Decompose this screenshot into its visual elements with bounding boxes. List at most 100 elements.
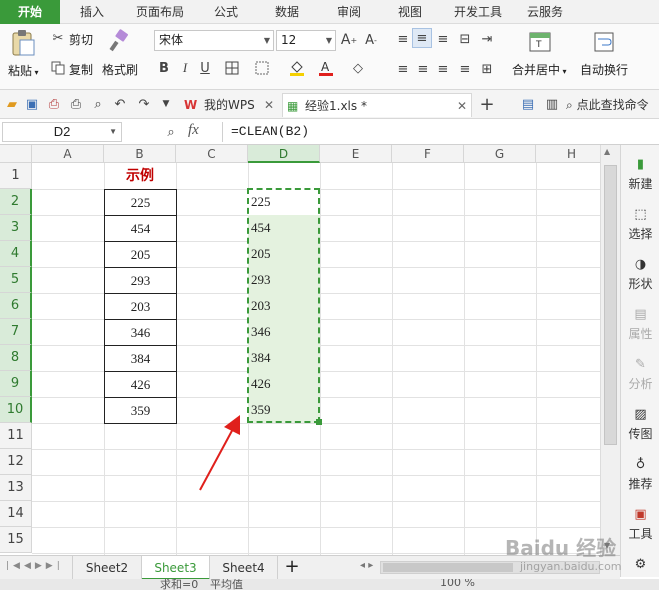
chevron-down-icon[interactable]: ▼ — [160, 96, 172, 112]
column-header-a[interactable]: A — [32, 145, 104, 163]
horizontal-scroll-thumb[interactable] — [383, 563, 513, 572]
doc-tab-workbook[interactable]: ▦ 经验1.xls * ✕ — [282, 93, 472, 117]
justify-icon[interactable]: ≡ — [456, 60, 474, 78]
row-header-11[interactable]: 11 — [0, 423, 32, 449]
merge-center-button[interactable]: 合并居中 ▾ — [512, 61, 567, 78]
cell-b9[interactable]: 426 — [104, 371, 177, 398]
cell-b2[interactable]: 225 — [104, 189, 177, 216]
tab-review[interactable]: 审阅 — [320, 0, 378, 24]
panel-item-more[interactable]: ⚙ — [621, 557, 659, 575]
print-preview-icon[interactable]: ⌕ — [90, 96, 106, 112]
border-icon[interactable] — [222, 58, 242, 78]
name-box[interactable]: D2 ▼ — [2, 122, 122, 142]
column-header-g[interactable]: G — [464, 145, 536, 163]
distributed-icon[interactable]: ⊞ — [478, 60, 496, 78]
row-header-10[interactable]: 10 — [0, 397, 32, 423]
row-header-5[interactable]: 5 — [0, 267, 32, 293]
cell-b5[interactable]: 293 — [104, 267, 177, 294]
cell-b6[interactable]: 203 — [104, 293, 177, 320]
panel-item-toolbox[interactable]: ▣ 工具 — [621, 507, 659, 542]
column-header-c[interactable]: C — [176, 145, 248, 163]
tab-page-layout[interactable]: 页面布局 — [124, 0, 196, 24]
column-header-b[interactable]: B — [104, 145, 176, 163]
panel-item-new[interactable]: ▮ 新建 — [621, 157, 659, 192]
cell-b4[interactable]: 205 — [104, 241, 177, 268]
row-header-7[interactable]: 7 — [0, 319, 32, 345]
insert-function-button[interactable]: fx — [188, 122, 199, 139]
font-name-select[interactable]: 宋体 ▼ — [154, 30, 274, 51]
scroll-up-icon[interactable]: ▲ — [604, 147, 610, 156]
panel-item-upload-image[interactable]: ▨ 传图 — [621, 407, 659, 442]
font-shrink-icon[interactable]: A- — [362, 30, 380, 50]
row-header-14[interactable]: 14 — [0, 501, 32, 527]
pdf-icon[interactable]: ⎙ — [46, 96, 62, 112]
cell-b3[interactable]: 454 — [104, 215, 177, 242]
copy-icon[interactable] — [50, 60, 66, 76]
row-header-8[interactable]: 8 — [0, 345, 32, 371]
row-header-15[interactable]: 15 — [0, 527, 32, 553]
row-header-1[interactable]: 1 — [0, 163, 32, 189]
open-folder-icon[interactable]: ▰ — [4, 96, 20, 112]
row-header-4[interactable]: 4 — [0, 241, 32, 267]
tab-cloud[interactable]: 云服务 — [516, 0, 574, 24]
tab-formulas[interactable]: 公式 — [198, 0, 254, 24]
wrap-text-icon[interactable] — [592, 30, 616, 54]
sheet-nav-icon[interactable]: |◀◀▶▶| — [6, 561, 64, 571]
align-center-icon[interactable]: ≡ — [414, 60, 432, 78]
zoom-icon[interactable]: ⌕ — [162, 123, 180, 141]
scissors-icon[interactable]: ✂ — [50, 30, 66, 46]
row-header-3[interactable]: 3 — [0, 215, 32, 241]
save-icon[interactable]: ▣ — [24, 96, 40, 112]
zoom-level[interactable]: 100 % — [440, 579, 475, 589]
row-header-6[interactable]: 6 — [0, 293, 32, 319]
align-middle-icon[interactable]: ≡ — [412, 28, 432, 48]
vertical-scrollbar[interactable]: ▲ ▼ — [600, 145, 620, 555]
formula-input[interactable]: =CLEAN(B2) — [222, 122, 659, 142]
tab-insert[interactable]: 插入 — [62, 0, 122, 24]
align-right-icon[interactable]: ≡ — [434, 60, 452, 78]
redo-icon[interactable]: ↷ — [136, 96, 152, 112]
merge-center-icon[interactable]: T — [528, 30, 552, 54]
paste-icon[interactable] — [8, 28, 38, 58]
example-header-cell[interactable]: 示例 — [104, 163, 176, 189]
undo-icon[interactable]: ↶ — [112, 96, 128, 112]
new-tab-icon[interactable]: + — [478, 94, 496, 115]
more-sheets-icon[interactable]: ◂ ▸ — [360, 560, 373, 571]
format-painter-button[interactable]: 格式刷 — [102, 61, 138, 78]
spreadsheet-grid[interactable]: ABCDEFGH 1 2 3 4 5 6 7 8 9 10 11 12 13 14 15 示例 225 454… — [0, 145, 600, 555]
panel-item-shape[interactable]: ◑ 形状 — [621, 257, 659, 292]
window-icon[interactable]: ▤ — [520, 96, 536, 112]
column-header-e[interactable]: E — [320, 145, 392, 163]
align-left-icon[interactable]: ≡ — [394, 60, 412, 78]
orientation-icon[interactable]: ⊟ — [456, 30, 474, 48]
indent-icon[interactable]: ⇥ — [478, 30, 496, 48]
column-header-d[interactable]: D — [248, 145, 320, 163]
panel-item-property[interactable]: ▤ 属性 — [621, 307, 659, 342]
align-bottom-icon[interactable]: ≡ — [434, 30, 452, 48]
paste-button[interactable]: 粘贴 ▾ — [8, 62, 39, 79]
panel-item-select[interactable]: ⬚ 选择 — [621, 207, 659, 242]
align-top-icon[interactable]: ≡ — [394, 30, 412, 48]
italic-button[interactable]: I — [177, 58, 193, 78]
tab-developer[interactable]: 开发工具 — [442, 0, 514, 24]
doc-tab-mywps[interactable]: W 我的WPS ✕ — [182, 93, 278, 117]
panel-item-recommend[interactable]: ♁ 推荐 — [621, 457, 659, 492]
row-header-2[interactable]: 2 — [0, 189, 32, 215]
cell-style-icon[interactable] — [252, 58, 272, 78]
scroll-thumb[interactable] — [604, 165, 617, 445]
cell-b10[interactable]: 359 — [104, 397, 177, 424]
column-header-h[interactable]: H — [536, 145, 600, 163]
sheet-tab-3[interactable]: Sheet3 — [142, 556, 210, 580]
underline-button[interactable]: U — [197, 58, 213, 78]
print-icon[interactable]: ⎙ — [68, 96, 84, 112]
tab-view[interactable]: 视图 — [380, 0, 440, 24]
panel-item-analysis[interactable]: ✎ 分析 — [621, 357, 659, 392]
cell-b7[interactable]: 346 — [104, 319, 177, 346]
cut-button[interactable]: 剪切 — [69, 31, 93, 48]
command-search[interactable]: ⌕ 点此查找命令 — [566, 96, 659, 114]
fill-handle[interactable] — [316, 419, 322, 425]
close-icon[interactable]: ✕ — [457, 94, 467, 118]
window-split-icon[interactable]: ▥ — [544, 96, 560, 112]
select-all-corner[interactable] — [0, 145, 32, 163]
font-color-icon[interactable]: A — [316, 58, 336, 78]
